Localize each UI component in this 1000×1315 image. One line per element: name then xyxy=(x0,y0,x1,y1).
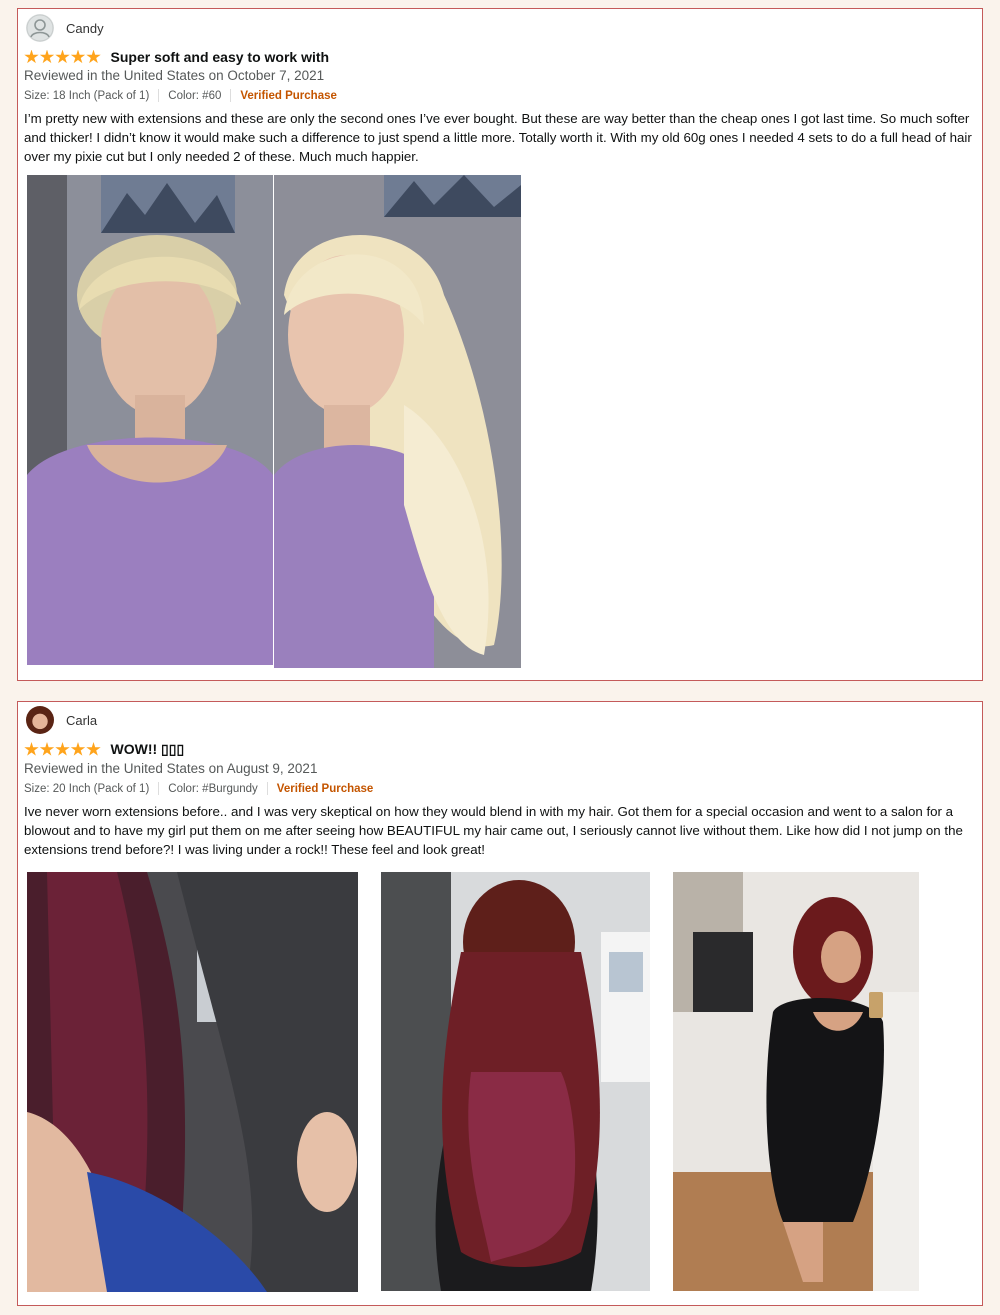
default-person-icon xyxy=(26,14,54,42)
review-body: I’m pretty new with extensions and these… xyxy=(24,111,972,165)
avatar xyxy=(26,706,54,734)
reviewer-name: Carla xyxy=(66,712,98,728)
verified-purchase-badge[interactable]: Verified Purchase xyxy=(240,90,337,102)
avatar xyxy=(26,14,54,42)
star-icon xyxy=(70,49,86,64)
review-date: Reviewed in the United States on October… xyxy=(24,68,325,83)
star-icon xyxy=(24,742,39,756)
reviewer-profile[interactable]: Candy xyxy=(26,14,104,42)
review-meta: Size: 20 Inch (Pack of 1) Color: #Burgun… xyxy=(24,782,373,795)
review-date: Reviewed in the United States on August … xyxy=(24,761,318,776)
review-meta: Size: 18 Inch (Pack of 1) Color: #60 Ver… xyxy=(24,89,337,102)
burgundy-hair-mirror-selfie-photo[interactable] xyxy=(673,872,919,1291)
review-card: Candy Super soft and easy to work with R… xyxy=(17,8,983,681)
divider xyxy=(158,89,160,102)
review-title[interactable]: Super soft and easy to work with xyxy=(111,49,330,65)
star-icon xyxy=(86,49,101,64)
size-option[interactable]: Size: 20 Inch (Pack of 1) xyxy=(24,783,149,795)
star-icon xyxy=(70,742,86,756)
star-icon xyxy=(39,742,55,756)
divider xyxy=(230,89,232,102)
color-option[interactable]: Color: #Burgundy xyxy=(168,783,258,795)
verified-purchase-badge[interactable]: Verified Purchase xyxy=(277,783,374,795)
star-icon xyxy=(86,742,101,756)
star-rating[interactable] xyxy=(24,742,102,757)
color-option[interactable]: Color: #60 xyxy=(168,90,221,102)
review-title-row: Super soft and easy to work with xyxy=(24,49,329,65)
after-long-blonde-extensions-photo[interactable] xyxy=(274,175,521,668)
review-card: Carla WOW!! ▯▯▯ Reviewed in the United S… xyxy=(17,701,983,1306)
divider xyxy=(266,782,268,795)
review-title[interactable]: WOW!! ▯▯▯ xyxy=(111,741,185,758)
reviewer-profile[interactable]: Carla xyxy=(26,706,97,734)
reviewer-name: Candy xyxy=(66,20,104,36)
star-icon xyxy=(55,49,70,64)
star-icon xyxy=(39,49,55,64)
star-rating[interactable] xyxy=(24,49,102,65)
review-title-row: WOW!! ▯▯▯ xyxy=(24,741,184,758)
star-icon xyxy=(24,49,39,64)
size-option[interactable]: Size: 18 Inch (Pack of 1) xyxy=(24,90,149,102)
burgundy-hair-car-selfie-photo[interactable] xyxy=(27,872,358,1292)
divider xyxy=(158,782,160,795)
burgundy-hair-back-view-salon-photo[interactable] xyxy=(381,872,650,1291)
star-icon xyxy=(55,742,70,756)
review-body: Ive never worn extensions before.. and I… xyxy=(24,804,963,858)
before-short-blonde-hair-photo[interactable] xyxy=(27,175,273,665)
